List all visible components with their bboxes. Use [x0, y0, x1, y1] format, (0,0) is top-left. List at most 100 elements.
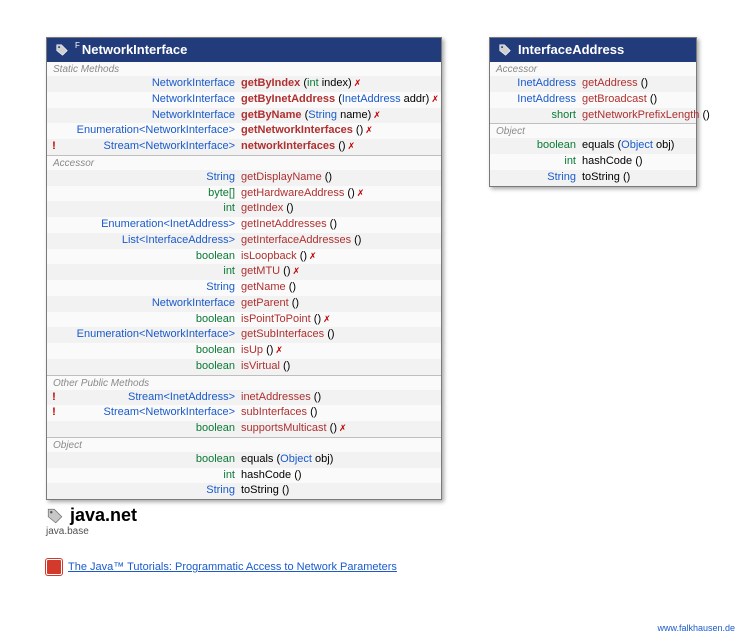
- section-label: Static Methods: [47, 62, 441, 76]
- method-signature: supportsMulticast ()✗: [241, 422, 435, 436]
- method-row: NetworkInterfacegetParent (): [47, 296, 441, 312]
- method-signature: toString (): [241, 484, 435, 498]
- return-type: InetAddress: [502, 93, 582, 107]
- method-name: getInetAddresses: [241, 218, 327, 230]
- return-type: int: [59, 202, 241, 216]
- method-name: getByIndex: [241, 77, 300, 89]
- return-type: Stream<NetworkInterface>: [59, 140, 241, 154]
- method-params: (String name): [302, 109, 372, 121]
- method-params: (): [280, 265, 290, 277]
- method-row: intgetMTU ()✗: [47, 264, 441, 280]
- method-row: Enumeration<NetworkInterface>getNetworkI…: [47, 123, 441, 139]
- row-flag: !: [49, 391, 59, 405]
- method-signature: getSubInterfaces (): [241, 328, 435, 342]
- throws-mark-icon: ✗: [373, 110, 381, 120]
- return-type: int: [502, 155, 582, 169]
- throws-mark-icon: ✗: [309, 251, 317, 261]
- method-signature: equals (Object obj): [582, 139, 690, 153]
- method-name: getHardwareAddress: [241, 187, 344, 199]
- method-name: hashCode: [241, 469, 291, 481]
- method-params: (): [297, 250, 307, 262]
- method-signature: getIndex (): [241, 202, 435, 216]
- method-name: getMTU: [241, 265, 280, 277]
- method-name: getByInetAddress: [241, 93, 335, 105]
- class-box-networkinterface: FNetworkInterface Static Methods NetworkI…: [46, 37, 442, 500]
- return-type: Enumeration<NetworkInterface>: [59, 328, 241, 342]
- tag-icon: [46, 507, 64, 525]
- method-params: (): [291, 469, 301, 481]
- method-name: isLoopback: [241, 250, 297, 262]
- return-type: boolean: [59, 453, 241, 467]
- method-row: booleanequals (Object obj): [47, 452, 441, 468]
- package-name: java.net: [70, 505, 137, 526]
- credit-link[interactable]: www.falkhausen.de: [657, 623, 735, 633]
- method-signature: subInterfaces (): [241, 406, 435, 420]
- return-type: byte[]: [59, 187, 241, 201]
- method-params: (int index): [300, 77, 351, 89]
- throws-mark-icon: ✗: [365, 125, 373, 135]
- method-row: InetAddressgetBroadcast (): [490, 92, 696, 108]
- tag-icon: [498, 43, 512, 57]
- return-type: InetAddress: [502, 77, 582, 91]
- method-row: StringtoString (): [47, 483, 441, 499]
- return-type: Enumeration<InetAddress>: [59, 218, 241, 232]
- module-name: java.base: [46, 526, 566, 537]
- section-label: Accessor: [47, 155, 441, 170]
- throws-mark-icon: ✗: [323, 314, 331, 324]
- return-type: List<InterfaceAddress>: [59, 234, 241, 248]
- method-name: getIndex: [241, 202, 283, 214]
- class-title: FNetworkInterface: [75, 42, 187, 57]
- method-signature: getInterfaceAddresses (): [241, 234, 435, 248]
- return-type: short: [502, 109, 582, 123]
- method-name: isUp: [241, 344, 263, 356]
- method-params: (): [344, 187, 354, 199]
- footer: java.net java.base The Java™ Tutorials: …: [46, 505, 566, 575]
- method-row: booleanisLoopback ()✗: [47, 249, 441, 265]
- method-params: (): [311, 313, 321, 325]
- method-row: shortgetNetworkPrefixLength (): [490, 108, 696, 124]
- method-row: InetAddressgetAddress (): [490, 76, 696, 92]
- package-header: java.net: [46, 505, 566, 526]
- method-signature: toString (): [582, 171, 690, 185]
- method-params: (): [327, 422, 337, 434]
- throws-mark-icon: ✗: [357, 188, 365, 198]
- method-row: Enumeration<InetAddress>getInetAddresses…: [47, 217, 441, 233]
- method-row: !Stream<InetAddress>inetAddresses (): [47, 390, 441, 406]
- method-params: (): [324, 328, 334, 340]
- section-label: Other Public Methods: [47, 375, 441, 390]
- return-type: String: [502, 171, 582, 185]
- method-row: Enumeration<NetworkInterface>getSubInter…: [47, 327, 441, 343]
- tutorial-link[interactable]: The Java™ Tutorials: Programmatic Access…: [68, 561, 397, 573]
- method-row: booleansupportsMulticast ()✗: [47, 421, 441, 437]
- return-type: NetworkInterface: [59, 297, 241, 311]
- method-name: getInterfaceAddresses: [241, 234, 351, 246]
- return-type: boolean: [59, 422, 241, 436]
- method-name: isVirtual: [241, 360, 280, 372]
- method-signature: getParent (): [241, 297, 435, 311]
- method-signature: getMTU ()✗: [241, 265, 435, 279]
- return-type: String: [59, 281, 241, 295]
- method-name: toString: [582, 171, 620, 183]
- throws-mark-icon: ✗: [354, 78, 362, 88]
- method-name: getNetworkPrefixLength: [582, 109, 699, 121]
- method-params: (): [279, 484, 289, 496]
- method-signature: getByIndex (int index)✗: [241, 77, 435, 91]
- method-row: StringgetDisplayName (): [47, 170, 441, 186]
- method-params: (): [280, 360, 290, 372]
- method-signature: hashCode (): [582, 155, 690, 169]
- method-signature: networkInterfaces ()✗: [241, 140, 435, 154]
- method-signature: getAddress (): [582, 77, 690, 91]
- method-params: (): [307, 406, 317, 418]
- row-flag: !: [49, 406, 59, 420]
- method-name: getParent: [241, 297, 289, 309]
- method-name: getBroadcast: [582, 93, 647, 105]
- method-name: getNetworkInterfaces: [241, 124, 353, 136]
- return-type: NetworkInterface: [59, 109, 241, 123]
- return-type: int: [59, 265, 241, 279]
- method-signature: getNetworkPrefixLength (): [582, 109, 710, 123]
- method-params: (): [311, 391, 321, 403]
- throws-mark-icon: ✗: [339, 423, 347, 433]
- method-signature: getNetworkInterfaces ()✗: [241, 124, 435, 138]
- method-params: (Object obj): [614, 139, 674, 151]
- class-box-header: FNetworkInterface: [47, 38, 441, 62]
